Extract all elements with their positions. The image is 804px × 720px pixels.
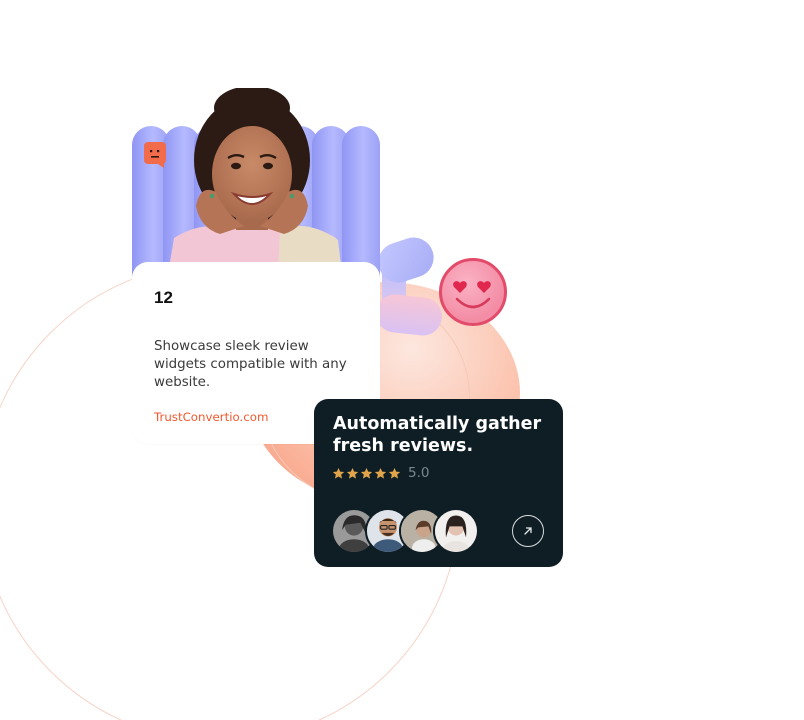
open-reviews-button[interactable] — [512, 515, 544, 547]
star-icon — [374, 467, 387, 479]
stat-count: 12 — [154, 288, 173, 307]
review-card: Automatically gather fresh reviews. 5.0 — [314, 399, 563, 567]
brand-link[interactable]: TrustConvertio.com — [154, 410, 268, 424]
star-icon — [388, 467, 401, 479]
rating-value: 5.0 — [408, 465, 430, 481]
heart-eyes-smiley-icon — [439, 258, 507, 326]
stat-description: Showcase sleek review widgets compatible… — [154, 339, 347, 390]
review-card-headline: Automatically gather fresh reviews. — [333, 414, 542, 456]
avatar — [433, 508, 479, 554]
star-icon — [360, 467, 373, 479]
star-icon — [346, 467, 359, 479]
smiling-woman-portrait — [160, 86, 350, 274]
hero-illustration: 12 Showcase sleek review widgets compati… — [0, 0, 804, 720]
chat-bubble-icon — [144, 142, 166, 168]
arrow-up-right-icon — [524, 527, 532, 535]
star-rating: 5.0 — [332, 465, 429, 481]
star-icon — [332, 467, 345, 479]
